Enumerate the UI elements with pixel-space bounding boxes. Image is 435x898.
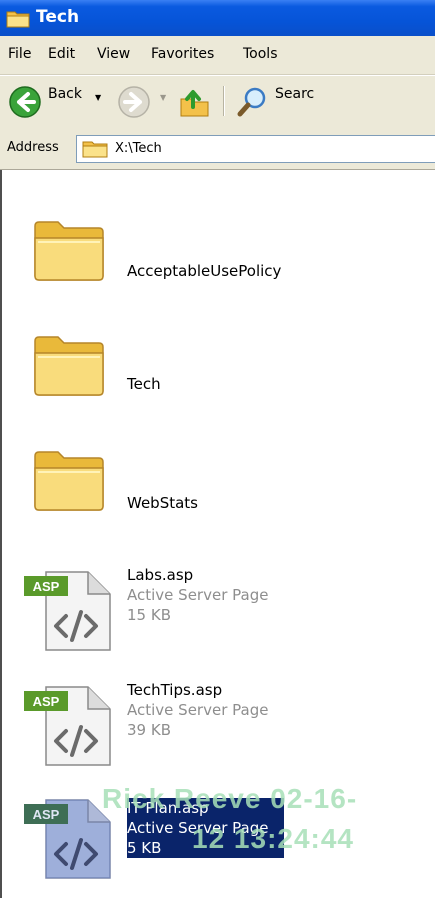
folder-icon [32,450,106,516]
asp-badge-text: ASP [33,694,60,709]
file-list-pane[interactable]: AcceptableUsePolicy Tech WebStats ASP La… [0,170,435,898]
file-type: Active Server Page [127,701,269,719]
window-titlebar[interactable]: Tech [0,0,435,36]
folder-name[interactable]: WebStats [127,494,198,512]
address-path[interactable]: X:\Tech [115,141,162,156]
toolbar: Back ▼ ▼ Searc [0,75,435,130]
menu-favorites[interactable]: Favorites [151,46,214,62]
search-button[interactable] [235,85,269,121]
folder-name[interactable]: AcceptableUsePolicy [127,262,281,280]
asp-file-icon: ASP [24,796,116,884]
file-size: 39 KB [127,721,171,739]
folder-icon [32,335,106,401]
address-bar: Address X:\Tech [0,129,435,170]
up-folder-icon [180,90,209,117]
file-details: IT Plan.asp Active Server Page 5 KB [127,798,285,858]
menu-tools[interactable]: Tools [243,46,278,62]
menu-edit[interactable]: Edit [48,46,75,62]
back-button[interactable] [8,85,42,121]
folder-icon [82,140,108,162]
search-magnifier-icon [237,87,266,117]
asp-file-icon: ASP [24,570,116,656]
file-size: 15 KB [127,606,171,624]
file-name[interactable]: Labs.asp [127,565,268,585]
back-arrow-icon [9,86,41,118]
folder-icon [32,220,106,286]
asp-badge-text: ASP [33,807,60,822]
forward-arrow-icon [118,86,150,118]
menu-file[interactable]: File [8,46,31,62]
address-label: Address [7,140,59,155]
file-name[interactable]: TechTips.asp [127,680,268,700]
address-input[interactable]: X:\Tech [76,135,435,163]
forward-button[interactable] [117,85,151,121]
file-size: 5 KB [127,839,162,857]
asp-file-icon: ASP [24,685,116,771]
file-type: Active Server Page [127,819,269,837]
file-details: Labs.asp Active Server Page 15 KB [127,565,268,625]
file-details: TechTips.asp Active Server Page 39 KB [127,680,268,740]
file-name[interactable]: IT Plan.asp [127,798,268,818]
file-type: Active Server Page [127,586,269,604]
back-label[interactable]: Back [48,86,82,102]
window-title: Tech [36,7,80,27]
forward-dropdown-icon[interactable]: ▼ [160,93,166,102]
folder-name[interactable]: Tech [127,375,161,393]
menu-bar: File Edit View Favorites Tools [0,36,435,75]
search-label[interactable]: Searc [275,86,314,102]
toolbar-separator [223,86,225,116]
menu-view[interactable]: View [97,46,130,62]
up-folder-button[interactable] [177,85,213,121]
folder-icon [6,9,30,33]
asp-badge-text: ASP [33,579,60,594]
back-dropdown-icon[interactable]: ▼ [95,93,101,102]
